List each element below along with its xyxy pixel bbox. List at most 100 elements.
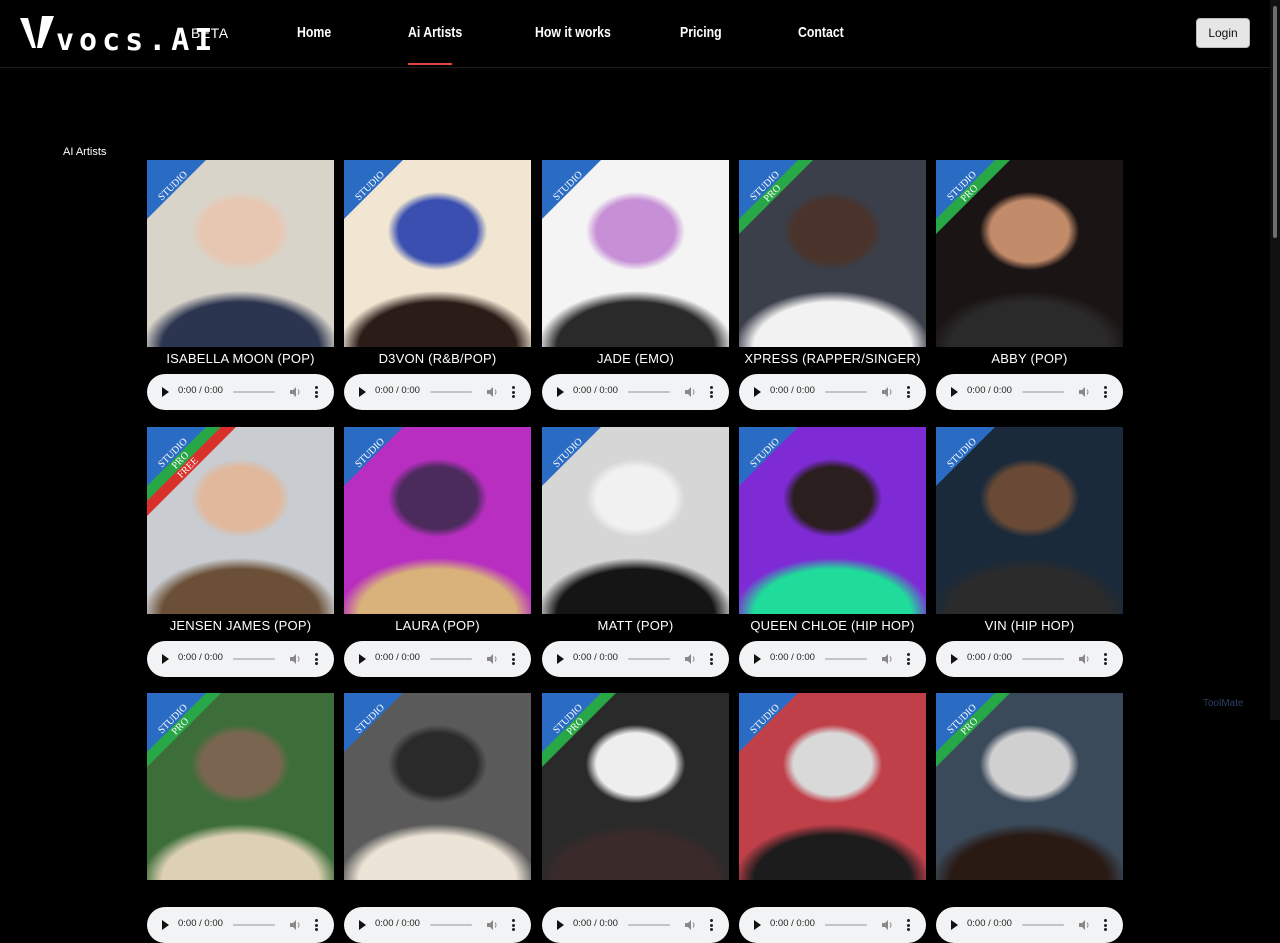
player-progress-bar[interactable] (430, 391, 472, 393)
player-progress-bar[interactable] (825, 391, 867, 393)
player-progress-bar[interactable] (1022, 658, 1064, 660)
more-options-icon[interactable] (907, 386, 910, 398)
volume-icon[interactable] (1078, 653, 1090, 665)
volume-icon[interactable] (1078, 386, 1090, 398)
play-icon[interactable] (557, 654, 564, 664)
nav-home[interactable]: Home (297, 24, 331, 41)
artist-card[interactable]: STUDIO 0:00 / 0:00 (739, 693, 926, 943)
artist-card[interactable]: STUDIO 0:00 / 0:00 (344, 693, 531, 943)
player-progress-bar[interactable] (430, 658, 472, 660)
artist-card[interactable]: STUDIO PRO 0:00 / 0:00 (936, 693, 1123, 943)
artist-photo[interactable]: STUDIO PRO (542, 693, 729, 880)
play-icon[interactable] (359, 387, 366, 397)
artist-card[interactable]: STUDIO PRO 0:00 / 0:00 (147, 693, 334, 943)
audio-player[interactable]: 0:00 / 0:00 (542, 641, 729, 677)
audio-player[interactable]: 0:00 / 0:00 (344, 641, 531, 677)
player-progress-bar[interactable] (628, 391, 670, 393)
volume-icon[interactable] (684, 386, 696, 398)
audio-player[interactable]: 0:00 / 0:00 (739, 907, 926, 943)
player-progress-bar[interactable] (825, 658, 867, 660)
more-options-icon[interactable] (1104, 919, 1107, 931)
more-options-icon[interactable] (315, 919, 318, 931)
volume-icon[interactable] (1078, 919, 1090, 931)
more-options-icon[interactable] (907, 919, 910, 931)
volume-icon[interactable] (684, 919, 696, 931)
more-options-icon[interactable] (512, 653, 515, 665)
audio-player[interactable]: 0:00 / 0:00 (147, 641, 334, 677)
more-options-icon[interactable] (907, 653, 910, 665)
play-icon[interactable] (162, 920, 169, 930)
player-progress-bar[interactable] (1022, 391, 1064, 393)
nav-contact[interactable]: Contact (798, 24, 844, 41)
player-progress-bar[interactable] (233, 658, 275, 660)
artist-card[interactable]: STUDIO MATT (POP) 0:00 / 0:00 (542, 427, 729, 677)
volume-icon[interactable] (881, 386, 893, 398)
nav-pricing[interactable]: Pricing (680, 24, 722, 41)
artist-photo[interactable]: STUDIO PRO (936, 160, 1123, 347)
artist-photo[interactable]: STUDIO PRO (936, 693, 1123, 880)
player-progress-bar[interactable] (233, 924, 275, 926)
volume-icon[interactable] (486, 653, 498, 665)
artist-photo[interactable]: STUDIO PRO FREE (147, 427, 334, 614)
audio-player[interactable]: 0:00 / 0:00 (936, 641, 1123, 677)
volume-icon[interactable] (289, 919, 301, 931)
artist-photo[interactable]: STUDIO (344, 160, 531, 347)
player-progress-bar[interactable] (825, 924, 867, 926)
artist-photo[interactable]: STUDIO PRO (147, 693, 334, 880)
audio-player[interactable]: 0:00 / 0:00 (936, 907, 1123, 943)
audio-player[interactable]: 0:00 / 0:00 (542, 907, 729, 943)
artist-card[interactable]: STUDIO LAURA (POP) 0:00 / 0:00 (344, 427, 531, 677)
artist-photo[interactable]: STUDIO (542, 427, 729, 614)
more-options-icon[interactable] (1104, 653, 1107, 665)
play-icon[interactable] (557, 920, 564, 930)
artist-card[interactable]: STUDIO PRO XPRESS (RAPPER/SINGER) 0:00 / 0:… (739, 160, 926, 410)
artist-photo[interactable]: STUDIO (344, 693, 531, 880)
volume-icon[interactable] (289, 386, 301, 398)
artist-card[interactable]: STUDIO JADE (EMO) 0:00 / 0:00 (542, 160, 729, 410)
audio-player[interactable]: 0:00 / 0:00 (739, 641, 926, 677)
audio-player[interactable]: 0:00 / 0:00 (147, 907, 334, 943)
artist-photo[interactable]: STUDIO (739, 427, 926, 614)
volume-icon[interactable] (486, 919, 498, 931)
volume-icon[interactable] (881, 919, 893, 931)
more-options-icon[interactable] (315, 386, 318, 398)
play-icon[interactable] (162, 654, 169, 664)
artist-card[interactable]: STUDIO PRO 0:00 / 0:00 (542, 693, 729, 943)
more-options-icon[interactable] (710, 919, 713, 931)
artist-card[interactable]: STUDIO ISABELLA MOON (POP) 0:00 / 0:00 (147, 160, 334, 410)
play-icon[interactable] (754, 920, 761, 930)
nav-ai-artists[interactable]: Ai Artists (408, 24, 462, 41)
artist-photo[interactable]: STUDIO (739, 693, 926, 880)
play-icon[interactable] (359, 654, 366, 664)
artist-photo[interactable]: STUDIO (542, 160, 729, 347)
more-options-icon[interactable] (512, 919, 515, 931)
audio-player[interactable]: 0:00 / 0:00 (147, 374, 334, 410)
more-options-icon[interactable] (315, 653, 318, 665)
login-button[interactable]: Login (1196, 18, 1250, 48)
audio-player[interactable]: 0:00 / 0:00 (344, 374, 531, 410)
artist-photo[interactable]: STUDIO (344, 427, 531, 614)
player-progress-bar[interactable] (628, 924, 670, 926)
audio-player[interactable]: 0:00 / 0:00 (936, 374, 1123, 410)
volume-icon[interactable] (289, 653, 301, 665)
artist-photo[interactable]: STUDIO PRO (739, 160, 926, 347)
page-scrollbar[interactable] (1270, 0, 1280, 720)
play-icon[interactable] (951, 920, 958, 930)
volume-icon[interactable] (684, 653, 696, 665)
artist-card[interactable]: STUDIO VIN (HIP HOP) 0:00 / 0:00 (936, 427, 1123, 677)
audio-player[interactable]: 0:00 / 0:00 (739, 374, 926, 410)
player-progress-bar[interactable] (430, 924, 472, 926)
play-icon[interactable] (359, 920, 366, 930)
volume-icon[interactable] (881, 653, 893, 665)
artist-photo[interactable]: STUDIO (147, 160, 334, 347)
play-icon[interactable] (754, 387, 761, 397)
artist-card[interactable]: STUDIO PRO FREE JENSEN JAMES (POP) 0:00 / 0:… (147, 427, 334, 677)
play-icon[interactable] (951, 387, 958, 397)
more-options-icon[interactable] (1104, 386, 1107, 398)
volume-icon[interactable] (486, 386, 498, 398)
player-progress-bar[interactable] (233, 391, 275, 393)
nav-how-it-works[interactable]: How it works (535, 24, 611, 41)
more-options-icon[interactable] (710, 653, 713, 665)
play-icon[interactable] (557, 387, 564, 397)
player-progress-bar[interactable] (1022, 924, 1064, 926)
